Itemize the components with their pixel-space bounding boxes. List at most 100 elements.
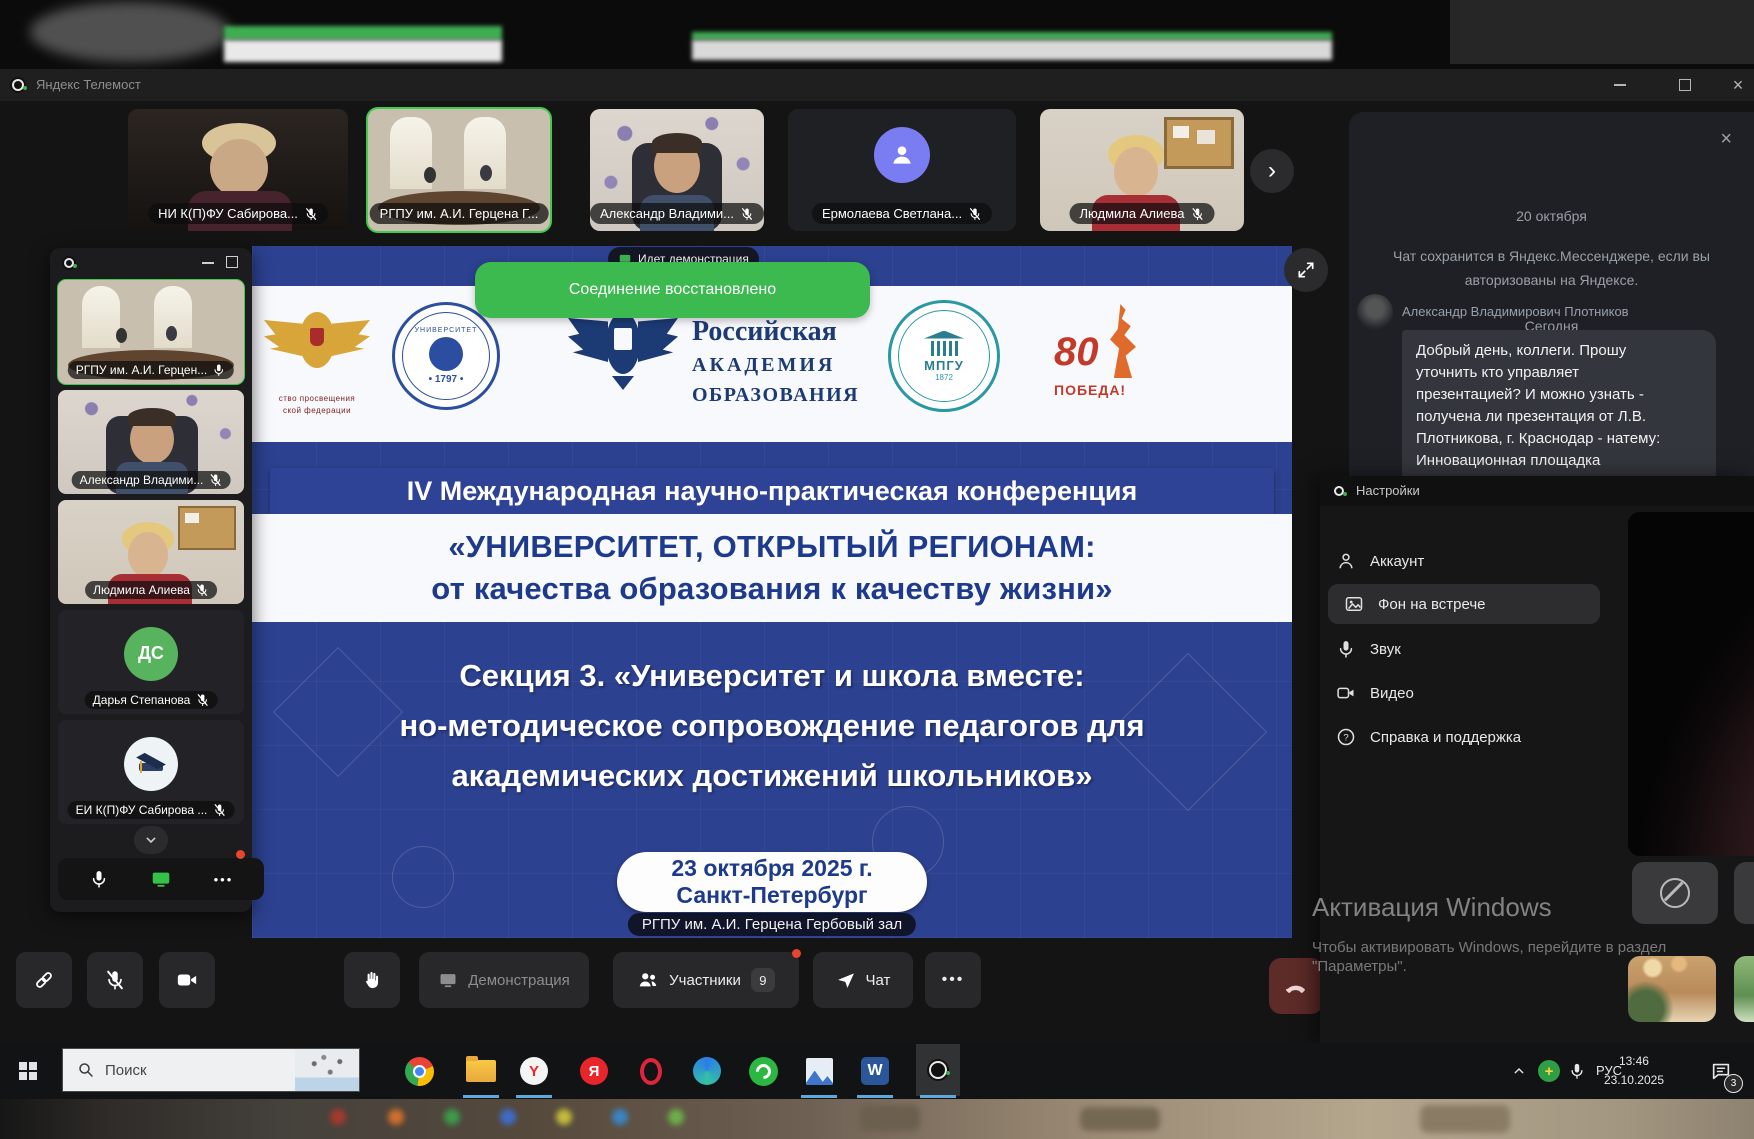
telemost-logo-icon <box>10 77 26 93</box>
start-button[interactable] <box>0 1043 56 1099</box>
participant-name: НИ К(П)ФУ Сабирова... <box>158 206 298 221</box>
video-camera-icon <box>1336 683 1356 703</box>
person-avatar-icon <box>889 142 915 168</box>
blur-blob <box>224 26 502 40</box>
running-indicator <box>857 1095 893 1098</box>
pip-maximize-button[interactable] <box>226 256 238 268</box>
notification-count-badge: 3 <box>1724 1074 1743 1093</box>
taskbar-icon-chrome[interactable] <box>404 1056 434 1086</box>
settings-title: Настройки <box>1356 483 1420 498</box>
ministry-logo: ство просвещения ской федерации <box>262 298 372 428</box>
running-indicator <box>463 1095 499 1098</box>
taskbar-icon-whatsapp[interactable] <box>748 1056 778 1086</box>
camera-icon <box>176 969 198 991</box>
participant-tile-active-speaker[interactable]: РГПУ им. А.И. Герцена Г... <box>368 109 550 231</box>
mic-muted-icon <box>740 207 754 221</box>
chat-panel: × 20 октября Чат сохранится в Яндекс.Мес… <box>1349 112 1754 476</box>
participants-button[interactable]: Участники 9 <box>613 952 799 1008</box>
screen-share-button[interactable] <box>150 868 172 890</box>
chat-notice-line1: Чат сохранится в Яндекс.Мессенджере, есл… <box>1349 248 1754 264</box>
background-none-option[interactable] <box>1734 862 1754 924</box>
link-icon <box>33 969 55 991</box>
participant-name: Людмила Алиева <box>93 583 190 597</box>
screen: Яндекс Телемост × НИ К(П)ФУ Сабирова... <box>0 0 1754 1139</box>
slide-title-band: «УНИВЕРСИТЕТ, ОТКРЫТЫЙ РЕГИОНАМ: от каче… <box>252 514 1292 622</box>
taskbar-icon-explorer[interactable] <box>466 1056 496 1086</box>
participant-name: РГПУ им. А.И. Герцен... <box>76 363 207 377</box>
settings-window: Настройки Аккаунт Фон на встрече Звук Ви… <box>1320 476 1754 1043</box>
expand-presentation-button[interactable] <box>1284 248 1328 292</box>
pobeda-80-logo: 80 ПОБЕДА! <box>1052 304 1152 414</box>
minimize-button[interactable] <box>1597 69 1643 101</box>
taskbar-icon-yandex-browser[interactable]: Y <box>519 1056 549 1086</box>
tray-mic-icon[interactable] <box>1562 1056 1592 1086</box>
graduation-cap-icon <box>136 755 166 773</box>
mic-button-muted[interactable] <box>87 952 143 1008</box>
pip-participant-tile[interactable]: Людмила Алиева <box>58 500 244 604</box>
taskbar-search[interactable]: Поиск <box>62 1048 360 1092</box>
window-title: Яндекс Телемост <box>36 77 141 92</box>
taskbar-icon-opera[interactable] <box>636 1056 666 1086</box>
taskbar-icon-telemost-active[interactable] <box>916 1044 960 1096</box>
background-blur-top <box>0 0 1754 69</box>
participant-name: Ермолаева Светлана... <box>822 206 962 221</box>
participant-tile[interactable]: Александр Владими... <box>590 109 764 231</box>
mic-button[interactable] <box>89 869 109 889</box>
pip-participant-tile-active[interactable]: РГПУ им. А.И. Герцен... <box>58 280 244 384</box>
leave-call-button[interactable] <box>1269 958 1323 1014</box>
settings-item-sound[interactable]: Звук <box>1336 634 1401 664</box>
chat-message-bubble[interactable]: Добрый день, коллеги. Прошу уточнить кто… <box>1402 330 1716 476</box>
slide-date-pill: 23 октября 2025 г. Санкт-Петербург <box>617 852 927 912</box>
settings-item-account[interactable]: Аккаунт <box>1336 546 1424 576</box>
taskbar-icon-photos[interactable] <box>804 1056 834 1086</box>
participant-name: Александр Владими... <box>600 206 734 221</box>
tray-clock[interactable]: 13:46 23.10.2025 <box>1604 1052 1664 1090</box>
pip-participant-tile[interactable]: ЕИ К(П)ФУ Сабирова ... <box>58 720 244 824</box>
settings-item-help[interactable]: Справка и поддержка <box>1336 722 1521 752</box>
tray-chevron-up[interactable] <box>1504 1056 1534 1086</box>
participant-tile[interactable]: Ермолаева Светлана... <box>788 109 1016 231</box>
chat-button[interactable]: Чат <box>813 952 913 1008</box>
pip-participant-tile[interactable]: ДС Дарья Степанова <box>58 610 244 714</box>
participants-count-badge: 9 <box>751 968 775 992</box>
settings-item-background[interactable]: Фон на встрече <box>1344 589 1486 619</box>
background-photo-option[interactable] <box>1734 956 1754 1022</box>
camera-preview <box>1628 512 1754 856</box>
hand-icon <box>361 969 383 991</box>
background-image-icon <box>1344 594 1364 614</box>
background-photo-option[interactable] <box>1628 956 1716 1022</box>
chat-close-button[interactable]: × <box>1720 128 1732 151</box>
participant-name: РГПУ им. А.И. Герцена Г... <box>380 206 539 221</box>
running-indicator <box>920 1095 956 1098</box>
next-participants-button[interactable]: › <box>1250 149 1294 193</box>
participant-tile[interactable]: Людмила Алиева <box>1040 109 1244 231</box>
participants-icon <box>637 969 659 991</box>
pip-collapse-button[interactable] <box>134 826 168 854</box>
camera-button[interactable] <box>159 952 215 1008</box>
raise-hand-button[interactable] <box>344 952 400 1008</box>
background-none-option[interactable] <box>1632 862 1718 924</box>
share-screen-button[interactable]: Демонстрация <box>419 952 589 1008</box>
sound-mic-icon <box>1336 639 1356 659</box>
mic-muted-icon <box>195 583 209 597</box>
pip-minimize-button[interactable] <box>202 262 214 264</box>
tray-antivirus-icon[interactable]: + <box>1534 1056 1564 1086</box>
expand-icon <box>1296 260 1316 280</box>
no-background-icon <box>1660 878 1690 908</box>
pip-window[interactable]: РГПУ им. А.И. Герцен... Александр Владим… <box>50 248 252 912</box>
taskbar-icon-edge[interactable] <box>692 1056 722 1086</box>
settings-item-video[interactable]: Видео <box>1336 678 1414 708</box>
copy-link-button[interactable] <box>16 952 72 1008</box>
taskbar: Поиск Y Я W + РУС 13:46 23.10.2 <box>0 1043 1754 1099</box>
pip-participant-tile[interactable]: Александр Владими... <box>58 390 244 494</box>
more-button[interactable]: ••• <box>925 952 981 1008</box>
taskbar-icon-yandex[interactable]: Я <box>579 1056 609 1086</box>
taskbar-icon-word[interactable]: W <box>860 1056 890 1086</box>
blur-blob <box>224 40 502 62</box>
close-button[interactable]: × <box>1715 69 1754 101</box>
participant-tile[interactable]: НИ К(П)ФУ Сабирова... <box>128 109 348 231</box>
herzen-university-seal: УНИВЕРСИТЕТ • 1797 • <box>392 302 500 410</box>
mic-muted-icon <box>968 207 982 221</box>
maximize-button[interactable] <box>1662 69 1708 101</box>
more-button[interactable]: ••• <box>214 872 234 887</box>
